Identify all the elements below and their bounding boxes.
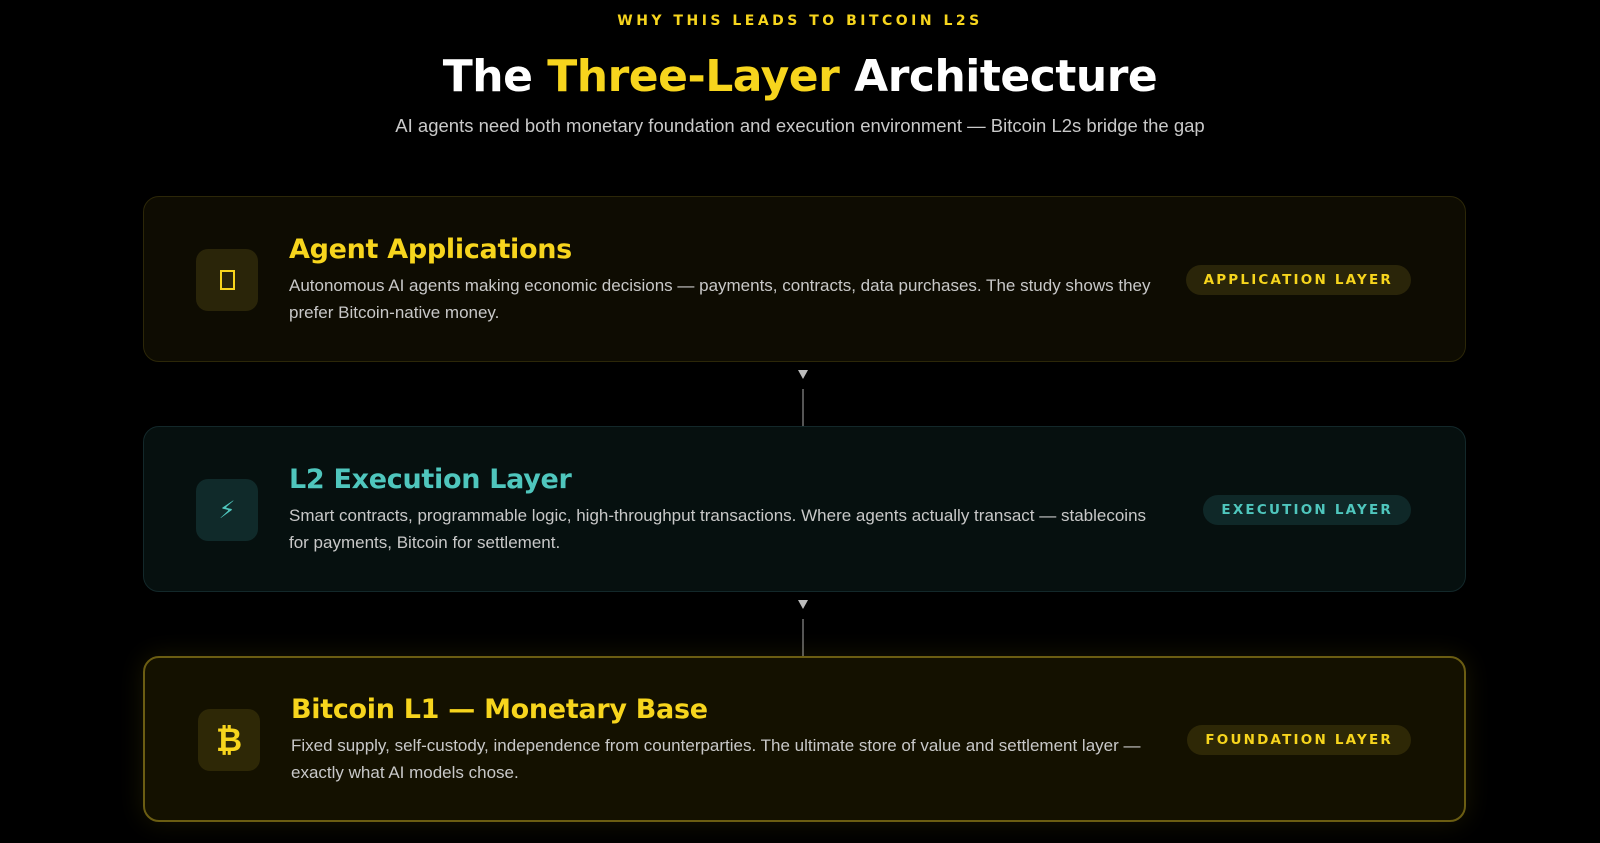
layer-badge: EXECUTION LAYER	[1203, 495, 1411, 525]
foundation-icon-box: ₿	[198, 709, 260, 771]
section-eyebrow: WHY THIS LEADS TO BITCOIN L2S	[617, 13, 983, 29]
layer-description: Fixed supply, self-custody, independence…	[291, 736, 1141, 782]
page-header: WHY THIS LEADS TO BITCOIN L2S The Three-…	[0, 0, 1600, 138]
page-title: The Three-Layer Architecture	[0, 52, 1600, 102]
layer-title: Bitcoin L1 — Monetary Base	[291, 694, 708, 725]
layer-description: Smart contracts, programmable logic, hig…	[289, 506, 1147, 552]
title-highlight: Three-Layer	[547, 51, 840, 102]
connector-line	[802, 619, 804, 656]
layer-text: Bitcoin L1 — Monetary Base Fixed supply,…	[291, 693, 1161, 786]
title-suffix: Architecture	[839, 51, 1158, 102]
layer-card-application: Agent Applications Autonomous AI agents …	[143, 196, 1466, 362]
layer-connector	[143, 362, 1466, 426]
square-icon	[219, 270, 235, 290]
arrow-down-icon	[798, 370, 808, 379]
layer-badge: FOUNDATION LAYER	[1187, 725, 1411, 755]
layer-card-execution: ⚡ L2 Execution Layer Smart contracts, pr…	[143, 426, 1466, 592]
page-subtitle: AI agents need both monetary foundation …	[395, 115, 1205, 136]
layer-title: L2 Execution Layer	[289, 464, 572, 495]
arrow-down-icon	[798, 600, 808, 609]
execution-icon-box: ⚡	[196, 479, 258, 541]
application-icon-box	[196, 249, 258, 311]
title-prefix: The	[442, 51, 548, 102]
layer-text: Agent Applications Autonomous AI agents …	[289, 233, 1159, 326]
layer-connector	[143, 592, 1466, 656]
connector-line	[802, 389, 804, 426]
layer-stack: Agent Applications Autonomous AI agents …	[143, 196, 1466, 822]
layer-card-foundation: ₿ Bitcoin L1 — Monetary Base Fixed suppl…	[143, 656, 1466, 822]
bitcoin-icon: ₿	[215, 721, 243, 759]
layer-badge: APPLICATION LAYER	[1185, 265, 1411, 295]
lightning-icon: ⚡	[218, 496, 236, 524]
layer-description: Autonomous AI agents making economic dec…	[289, 276, 1151, 322]
layer-text: L2 Execution Layer Smart contracts, prog…	[289, 463, 1159, 556]
layer-title: Agent Applications	[289, 234, 572, 265]
